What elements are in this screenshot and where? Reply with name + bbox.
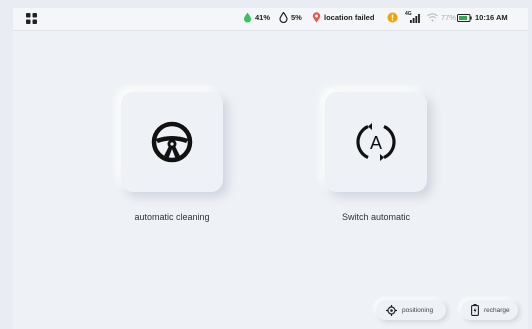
water-level-text: 5%: [291, 13, 302, 22]
automatic-cleaning-label: automatic cleaning: [134, 212, 210, 222]
battery-icon: [457, 14, 472, 22]
location-pin-icon: [312, 12, 321, 23]
switch-automatic-button[interactable]: A: [325, 92, 427, 192]
location-status-text: location failed: [324, 13, 375, 22]
clock-text: 10:16 AM: [475, 13, 508, 22]
robot-control-screen: 41% 5% location failed 4G 77% 10:16 AM a…: [13, 8, 528, 329]
steering-wheel-icon: [151, 121, 193, 163]
automatic-cleaning-button[interactable]: [121, 92, 223, 192]
device-battery-percent: 77%: [441, 13, 457, 22]
app-grid-icon[interactable]: [26, 13, 37, 24]
switch-automatic-label: Switch automatic: [341, 212, 411, 222]
positioning-button[interactable]: positioning: [376, 300, 446, 320]
signal-icon: [410, 14, 420, 23]
status-bar: 41% 5% location failed 4G 77% 10:16 AM: [13, 8, 528, 31]
recharge-label: recharge: [484, 306, 510, 314]
warning-icon[interactable]: [387, 12, 398, 23]
recharge-button[interactable]: recharge: [461, 300, 518, 320]
battery-level-text: 41%: [255, 13, 271, 22]
wifi-icon: [427, 13, 438, 22]
battery-drop-icon: [244, 12, 251, 23]
crosshair-icon: [386, 304, 397, 316]
auto-mode-icon: A: [356, 123, 396, 161]
positioning-label: positioning: [402, 306, 434, 314]
battery-charge-icon: [471, 304, 479, 316]
svg-text:A: A: [370, 133, 382, 153]
water-drop-icon: [279, 12, 288, 23]
